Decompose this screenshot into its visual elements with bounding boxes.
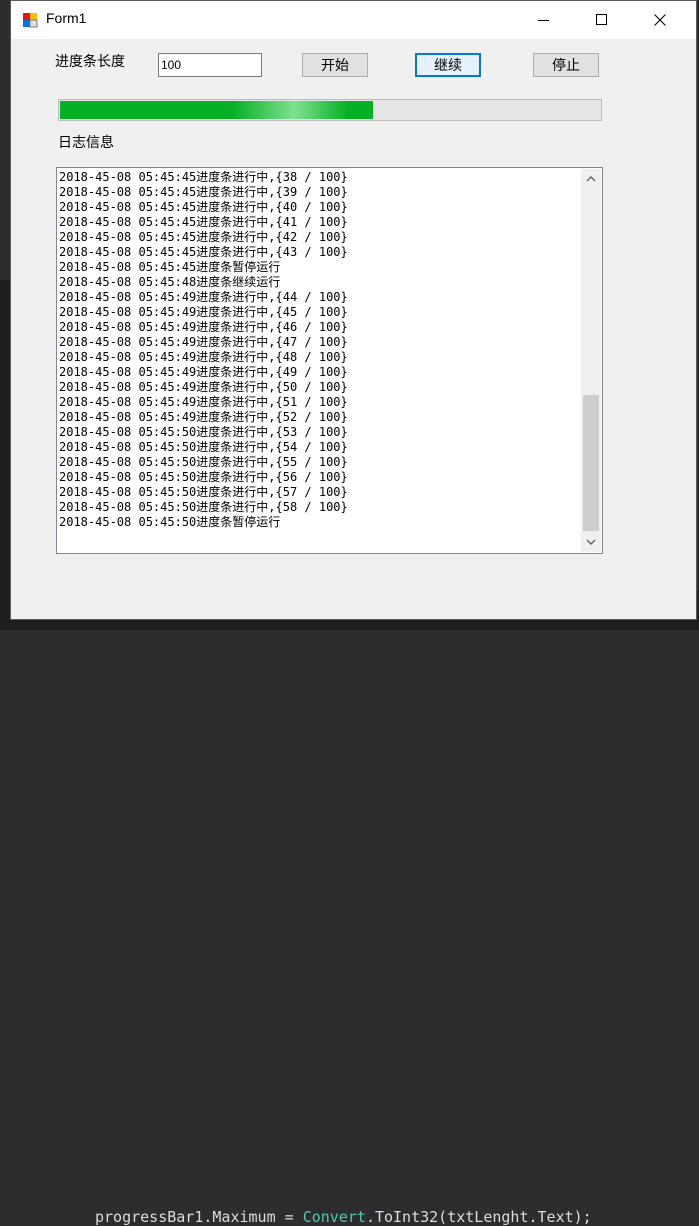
close-button[interactable] — [631, 1, 689, 39]
progress-fill — [60, 101, 373, 119]
minimize-icon — [538, 20, 549, 21]
stop-button[interactable]: 停止 — [533, 53, 599, 77]
log-line: 2018-45-08 05:45:48进度条继续运行 — [59, 275, 281, 289]
log-line: 2018-45-08 05:45:50进度条进行中,{56 / 100} — [59, 470, 348, 484]
form-window: Form1 进度条长度 开始 继续 停止 日志信息 2018-45-08 05:… — [10, 0, 697, 620]
log-line: 2018-45-08 05:45:49进度条进行中,{50 / 100} — [59, 380, 348, 394]
log-line: 2018-45-08 05:45:50进度条进行中,{57 / 100} — [59, 485, 348, 499]
log-line: 2018-45-08 05:45:45进度条暂停运行 — [59, 260, 281, 274]
ide-background — [0, 280, 10, 630]
log-line: 2018-45-08 05:45:50进度条进行中,{58 / 100} — [59, 500, 348, 514]
log-label: 日志信息 — [58, 135, 114, 151]
log-scrollbar[interactable] — [581, 169, 601, 552]
start-button[interactable]: 开始 — [302, 53, 368, 77]
length-input[interactable] — [158, 53, 262, 77]
minimize-button[interactable] — [515, 1, 573, 39]
chevron-down-icon — [586, 539, 596, 545]
log-line: 2018-45-08 05:45:45进度条进行中,{43 / 100} — [59, 245, 348, 259]
log-line: 2018-45-08 05:45:50进度条暂停运行 — [59, 515, 281, 529]
log-line: 2018-45-08 05:45:50进度条进行中,{53 / 100} — [59, 425, 348, 439]
close-icon — [654, 14, 666, 26]
log-line: 2018-45-08 05:45:45进度条进行中,{40 / 100} — [59, 200, 348, 214]
scroll-up-button[interactable] — [581, 169, 601, 189]
log-line: 2018-45-08 05:45:49进度条进行中,{52 / 100} — [59, 410, 348, 424]
maximize-button[interactable] — [573, 1, 631, 39]
log-line: 2018-45-08 05:45:49进度条进行中,{48 / 100} — [59, 350, 348, 364]
app-icon — [22, 12, 38, 28]
continue-button[interactable]: 继续 — [415, 53, 481, 77]
progress-bar — [58, 99, 602, 121]
maximize-icon — [596, 14, 607, 25]
log-line: 2018-45-08 05:45:45进度条进行中,{42 / 100} — [59, 230, 348, 244]
scroll-down-button[interactable] — [581, 532, 601, 552]
window-title: Form1 — [46, 10, 87, 26]
log-line: 2018-45-08 05:45:49进度条进行中,{47 / 100} — [59, 335, 348, 349]
log-line: 2018-45-08 05:45:49进度条进行中,{46 / 100} — [59, 320, 348, 334]
log-line: 2018-45-08 05:45:50进度条进行中,{55 / 100} — [59, 455, 348, 469]
log-line: 2018-45-08 05:45:49进度条进行中,{44 / 100} — [59, 290, 348, 304]
log-lines: 2018-45-08 05:45:45进度条进行中,{38 / 100} 2018… — [59, 170, 580, 551]
scroll-thumb[interactable] — [583, 395, 599, 531]
log-line: 2018-45-08 05:45:49进度条进行中,{51 / 100} — [59, 395, 348, 409]
log-line: 2018-45-08 05:45:49进度条进行中,{45 / 100} — [59, 305, 348, 319]
log-line: 2018-45-08 05:45:45进度条进行中,{39 / 100} — [59, 185, 348, 199]
log-line: 2018-45-08 05:45:45进度条进行中,{38 / 100} — [59, 170, 348, 184]
log-line: 2018-45-08 05:45:49进度条进行中,{49 / 100} — [59, 365, 348, 379]
length-label: 进度条长度 — [55, 54, 125, 70]
log-line: 2018-45-08 05:45:45进度条进行中,{41 / 100} — [59, 215, 348, 229]
log-line: 2018-45-08 05:45:50进度条进行中,{54 / 100} — [59, 440, 348, 454]
log-textbox[interactable]: 2018-45-08 05:45:45进度条进行中,{38 / 100} 2018… — [56, 167, 603, 554]
title-bar[interactable]: Form1 — [11, 1, 696, 39]
ide-code-line: progressBar1.Maximum = Convert.ToInt32(t… — [95, 1208, 592, 1226]
chevron-up-icon — [586, 176, 596, 182]
